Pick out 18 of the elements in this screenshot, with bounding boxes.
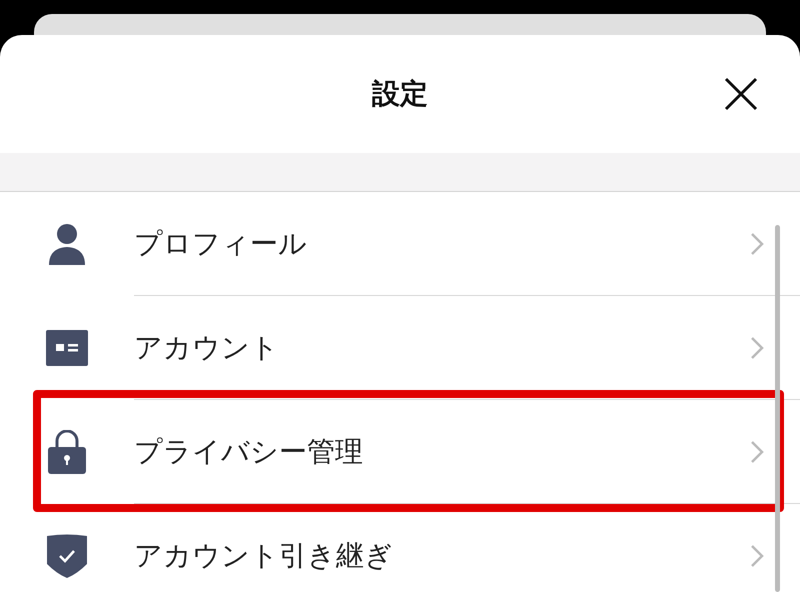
chevron-right-icon bbox=[750, 440, 764, 464]
chevron-right-icon bbox=[750, 544, 764, 568]
item-label: プライバシー管理 bbox=[134, 434, 364, 470]
close-icon bbox=[724, 77, 758, 111]
close-button[interactable] bbox=[724, 77, 758, 111]
item-label: アカウント引き継ぎ bbox=[134, 538, 394, 574]
sheet-title: 設定 bbox=[372, 76, 428, 112]
chevron-right-icon bbox=[750, 232, 764, 256]
settings-item[interactable]: アカウント bbox=[0, 296, 800, 400]
settings-item[interactable]: プライバシー管理 bbox=[0, 400, 800, 504]
item-label: プロフィール bbox=[134, 226, 308, 262]
id-card-icon bbox=[46, 330, 88, 366]
item-label: アカウント bbox=[134, 330, 280, 366]
shield-check-icon bbox=[47, 534, 87, 578]
person-icon bbox=[46, 223, 88, 265]
chevron-right-icon bbox=[750, 336, 764, 360]
lock-icon bbox=[48, 430, 86, 474]
settings-item[interactable]: プロフィール bbox=[0, 192, 800, 296]
